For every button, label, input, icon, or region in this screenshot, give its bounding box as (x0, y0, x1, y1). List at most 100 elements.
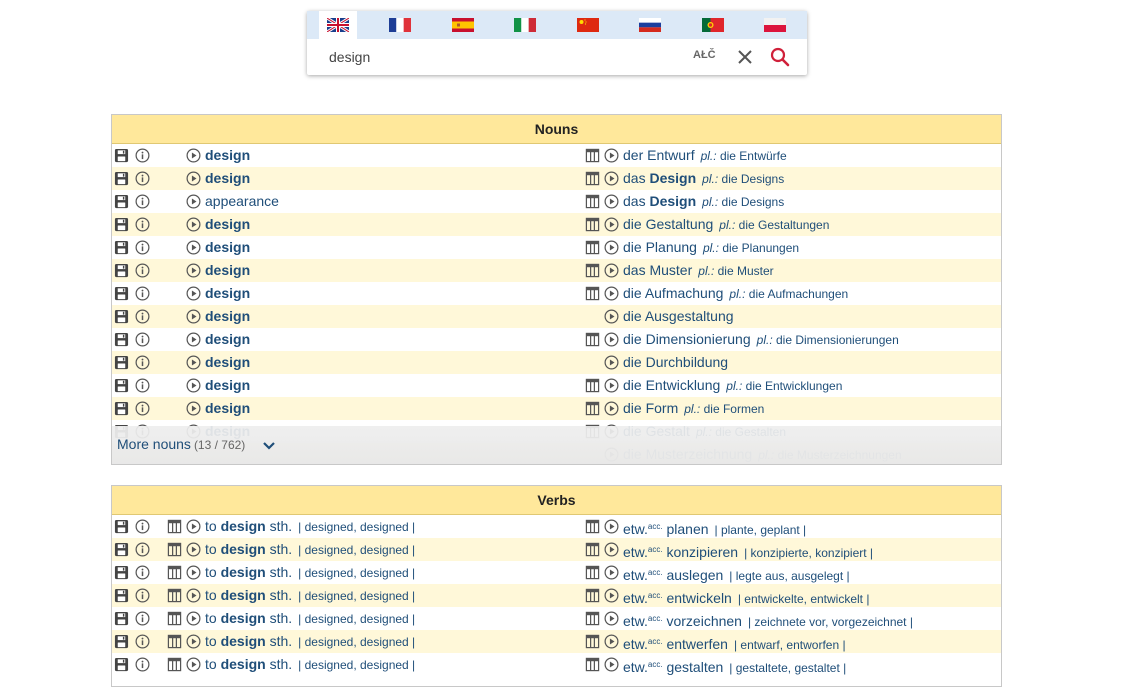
english-term[interactable]: design (205, 328, 250, 351)
inflection-table-icon[interactable] (585, 378, 600, 393)
language-tab-zh-de[interactable] (569, 11, 607, 39)
inflection-table-icon[interactable] (585, 634, 600, 649)
german-word[interactable]: Dimensionierung (646, 331, 751, 347)
language-tab-it-de[interactable] (506, 11, 544, 39)
more-nouns-link[interactable]: More nouns (13 / 762) (117, 436, 245, 452)
play-audio-icon[interactable] (604, 611, 619, 626)
play-audio-icon[interactable] (604, 240, 619, 255)
save-icon[interactable] (114, 263, 129, 278)
play-audio-icon[interactable] (604, 542, 619, 557)
play-audio-icon[interactable] (186, 332, 201, 347)
english-verb[interactable]: to design sth. | designed, designed | (205, 584, 415, 608)
english-verb[interactable]: to design sth. | designed, designed | (205, 630, 415, 654)
save-icon[interactable] (114, 588, 129, 603)
german-word[interactable]: Form (646, 400, 679, 416)
play-audio-icon[interactable] (186, 148, 201, 163)
play-audio-icon[interactable] (604, 401, 619, 416)
language-tab-pt-de[interactable] (694, 11, 732, 39)
verb-word[interactable]: design (221, 587, 266, 603)
language-tab-es-de[interactable] (444, 11, 482, 39)
info-icon[interactable] (135, 378, 150, 393)
special-characters-button[interactable]: ΑŁČ (693, 49, 716, 61)
inflection-table-icon[interactable] (585, 611, 600, 626)
play-audio-icon[interactable] (186, 309, 201, 324)
german-verb-word[interactable]: auslegen (666, 567, 723, 583)
language-tab-pl-de[interactable] (756, 11, 794, 39)
english-term[interactable]: design (205, 144, 250, 167)
inflection-table-icon[interactable] (585, 217, 600, 232)
info-icon[interactable] (135, 588, 150, 603)
german-term[interactable]: die Ausgestaltung (623, 305, 734, 328)
language-tab-ru-de[interactable] (631, 11, 669, 39)
save-icon[interactable] (114, 286, 129, 301)
play-audio-icon[interactable] (604, 286, 619, 301)
inflection-table-icon[interactable] (585, 286, 600, 301)
german-term[interactable]: die Planung pl.: die Planungen (623, 236, 799, 260)
save-icon[interactable] (114, 240, 129, 255)
play-audio-icon[interactable] (186, 263, 201, 278)
info-icon[interactable] (135, 263, 150, 278)
play-audio-icon[interactable] (604, 355, 619, 370)
play-audio-icon[interactable] (604, 657, 619, 672)
info-icon[interactable] (135, 217, 150, 232)
german-verb-word[interactable]: vorzeichnen (666, 613, 742, 629)
english-term[interactable]: appearance (205, 190, 279, 213)
play-audio-icon[interactable] (186, 401, 201, 416)
german-verb-word[interactable]: entwickeln (666, 590, 731, 606)
inflection-table-icon[interactable] (585, 194, 600, 209)
info-icon[interactable] (135, 355, 150, 370)
info-icon[interactable] (135, 171, 150, 186)
more-nouns-bar[interactable]: More nouns (13 / 762) (112, 426, 1001, 464)
german-verb-word[interactable]: entwerfen (666, 636, 727, 652)
german-term[interactable]: das Design pl.: die Designs (623, 190, 784, 214)
play-audio-icon[interactable] (604, 309, 619, 324)
inflection-table-icon[interactable] (167, 565, 182, 580)
info-icon[interactable] (135, 194, 150, 209)
info-icon[interactable] (135, 148, 150, 163)
inflection-table-icon[interactable] (585, 519, 600, 534)
german-verb-word[interactable]: planen (666, 521, 708, 537)
save-icon[interactable] (114, 542, 129, 557)
clear-icon[interactable] (736, 48, 754, 66)
german-word[interactable]: Entwicklung (646, 377, 721, 393)
german-verb-word[interactable]: konzipieren (666, 544, 738, 560)
german-term[interactable]: die Form pl.: die Formen (623, 397, 764, 421)
inflection-table-icon[interactable] (167, 611, 182, 626)
info-icon[interactable] (135, 240, 150, 255)
save-icon[interactable] (114, 171, 129, 186)
save-icon[interactable] (114, 148, 129, 163)
save-icon[interactable] (114, 332, 129, 347)
save-icon[interactable] (114, 309, 129, 324)
verb-word[interactable]: design (221, 633, 266, 649)
save-icon[interactable] (114, 611, 129, 626)
english-term[interactable]: design (205, 213, 250, 236)
inflection-table-icon[interactable] (167, 542, 182, 557)
inflection-table-icon[interactable] (585, 588, 600, 603)
save-icon[interactable] (114, 194, 129, 209)
info-icon[interactable] (135, 611, 150, 626)
english-term[interactable]: design (205, 236, 250, 259)
verb-word[interactable]: design (221, 541, 266, 557)
save-icon[interactable] (114, 378, 129, 393)
german-word[interactable]: Aufmachung (645, 285, 724, 301)
play-audio-icon[interactable] (604, 171, 619, 186)
german-word[interactable]: Muster (649, 262, 692, 278)
german-term[interactable]: die Durchbildung (623, 351, 728, 374)
info-icon[interactable] (135, 519, 150, 534)
info-icon[interactable] (135, 401, 150, 416)
play-audio-icon[interactable] (604, 519, 619, 534)
english-term[interactable]: design (205, 259, 250, 282)
english-term[interactable]: design (205, 397, 250, 420)
play-audio-icon[interactable] (604, 588, 619, 603)
german-word[interactable]: Ausgestaltung (645, 308, 734, 324)
play-audio-icon[interactable] (186, 378, 201, 393)
german-term[interactable]: die Gestaltung pl.: die Gestaltungen (623, 213, 829, 237)
save-icon[interactable] (114, 565, 129, 580)
play-audio-icon[interactable] (604, 148, 619, 163)
inflection-table-icon[interactable] (167, 657, 182, 672)
inflection-table-icon[interactable] (585, 263, 600, 278)
inflection-table-icon[interactable] (585, 332, 600, 347)
play-audio-icon[interactable] (186, 519, 201, 534)
save-icon[interactable] (114, 217, 129, 232)
inflection-table-icon[interactable] (585, 148, 600, 163)
